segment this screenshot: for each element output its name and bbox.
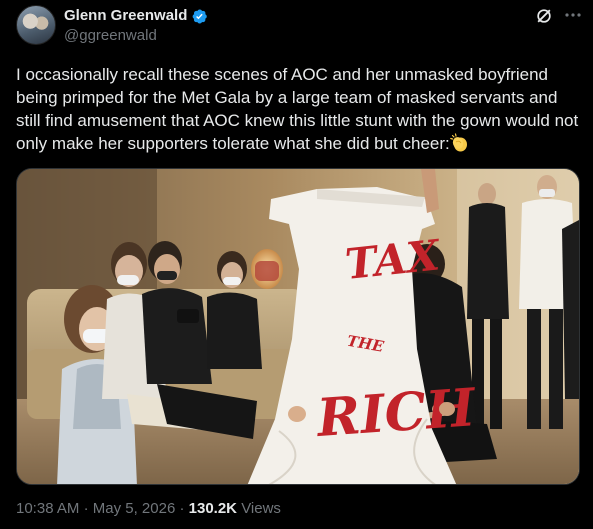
author-name-row: Glenn Greenwald [64, 6, 208, 26]
verified-badge-icon [192, 9, 208, 23]
views-count: 130.2K [188, 500, 238, 517]
author-display-name[interactable]: Glenn Greenwald [64, 6, 187, 26]
author-handle[interactable]: @ggreenwald [64, 26, 157, 46]
gown-text-tax: TAX [343, 230, 443, 289]
meta-separator-2: · [179, 500, 185, 517]
avatar[interactable] [16, 5, 56, 45]
met-gala-photo: TAX THE RICH [17, 169, 579, 484]
gown-text-rich: RICH [313, 377, 479, 449]
views-label: Views [241, 500, 281, 517]
tweet-meta: 10:38 AM · May 5, 2026 · 130.2K Views [16, 499, 281, 519]
tweet-body: I occasionally recall these scenes of AO… [16, 65, 583, 153]
meta-separator: · [83, 500, 89, 517]
tweet-date[interactable]: May 5, 2026 [93, 500, 176, 517]
tweet-text: I occasionally recall these scenes of AO… [16, 63, 582, 155]
grok-icon[interactable] [534, 6, 554, 26]
tweet-media-photo[interactable]: TAX THE RICH [16, 168, 580, 485]
more-options-icon[interactable] [562, 4, 584, 26]
tweet: Glenn Greenwald @ggreenwald I occasional… [0, 0, 593, 529]
tweet-time[interactable]: 10:38 AM [16, 500, 79, 517]
clapping-hands-emoji-icon [449, 133, 467, 152]
